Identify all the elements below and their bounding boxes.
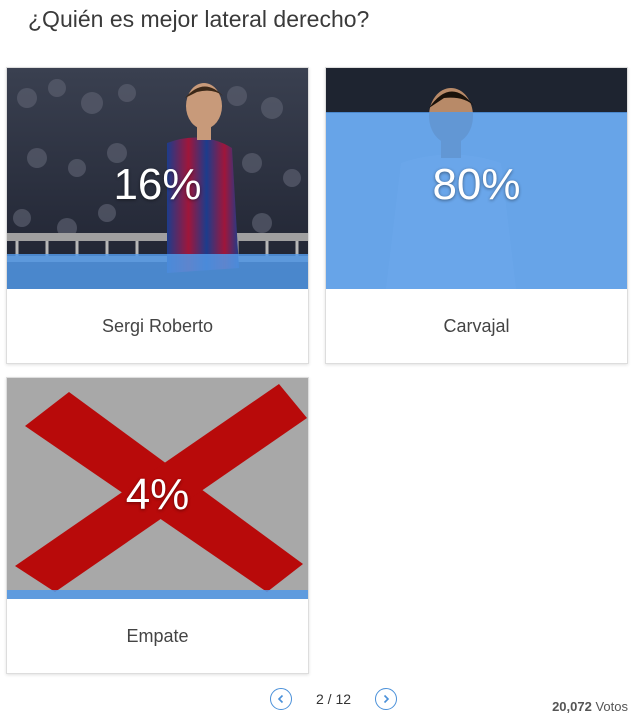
chevron-left-icon bbox=[277, 694, 284, 704]
result-fill-bar bbox=[7, 253, 308, 289]
option-card-empate[interactable]: 4% Empate bbox=[6, 377, 309, 674]
percent-label: 4% bbox=[125, 470, 190, 519]
option-card-carvajal[interactable]: 80% Carvajal bbox=[325, 67, 628, 364]
vote-count-label: Votos bbox=[595, 699, 628, 714]
percent-label: 80% bbox=[432, 160, 521, 209]
option-label: Sergi Roberto bbox=[101, 315, 214, 336]
option-label: Carvajal bbox=[443, 315, 510, 336]
vote-count: 20,072 Votos bbox=[552, 699, 628, 714]
option-image-empate: 4% bbox=[7, 378, 308, 599]
option-label: Empate bbox=[126, 625, 189, 646]
page-indicator: 2 / 12 bbox=[316, 691, 352, 707]
prev-page-button[interactable] bbox=[270, 688, 292, 710]
option-card-sergi-roberto[interactable]: 16% Sergi Roberto bbox=[6, 67, 309, 364]
poll-question: ¿Quién es mejor lateral derecho? bbox=[28, 6, 370, 32]
vote-count-number: 20,072 bbox=[552, 699, 592, 714]
result-fill-bar bbox=[7, 590, 308, 599]
pagination: 2 / 12 bbox=[270, 687, 398, 711]
option-image-sergi-roberto: 16% bbox=[7, 68, 308, 289]
percent-label: 16% bbox=[113, 160, 202, 209]
chevron-right-icon bbox=[383, 694, 390, 704]
next-page-button[interactable] bbox=[375, 688, 398, 710]
option-image-carvajal: 80% bbox=[326, 68, 627, 289]
